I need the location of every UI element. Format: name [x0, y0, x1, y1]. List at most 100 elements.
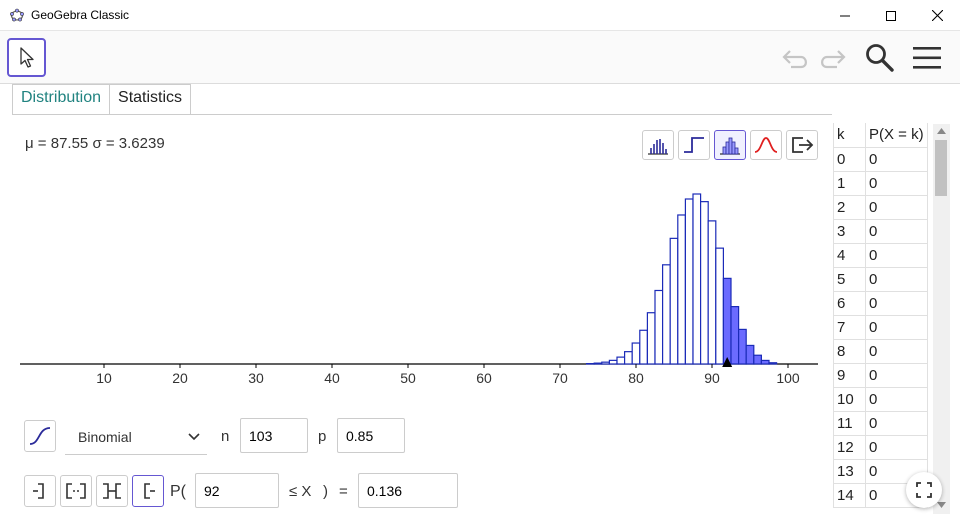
table-cell-k[interactable]: 2	[833, 194, 866, 220]
close-paren: )	[323, 483, 328, 500]
ticks-group: 10 20 30 40 50 60 70 80 90 100	[96, 364, 800, 386]
histogram-bar	[684, 198, 694, 365]
histogram-bar	[722, 277, 732, 365]
table-cell-p[interactable]: 0	[865, 314, 928, 340]
histogram-bar	[593, 362, 603, 365]
histogram-bar	[654, 289, 664, 365]
histogram-bar	[646, 312, 656, 365]
equals-sign: =	[339, 483, 348, 500]
table-cell-k[interactable]: 12	[833, 434, 866, 460]
scrollbar-thumb[interactable]	[935, 140, 947, 196]
x-tick-label: 80	[628, 370, 644, 386]
scroll-up-icon[interactable]	[937, 128, 946, 134]
distribution-select[interactable]: Binomial	[65, 420, 207, 455]
chevron-down-icon	[188, 433, 200, 441]
table-cell-p[interactable]: 0	[865, 218, 928, 244]
table-cell-k[interactable]: 4	[833, 242, 866, 268]
table-row: 60	[833, 290, 928, 316]
table-row: 20	[833, 194, 928, 220]
table-row: 80	[833, 338, 928, 364]
table-cell-k[interactable]: 6	[833, 290, 866, 316]
distribution-select-value: Binomial	[78, 429, 132, 445]
table-cell-p[interactable]: 0	[865, 242, 928, 268]
two-sided-button[interactable]	[60, 475, 92, 507]
left-sided-button[interactable]	[24, 475, 56, 507]
x-tick-label: 70	[552, 370, 568, 386]
histogram-bar	[677, 214, 686, 365]
table-scrollbar[interactable]	[933, 124, 950, 514]
table-cell-p[interactable]: 0	[865, 338, 928, 364]
interval-button[interactable]	[96, 475, 128, 507]
histogram-bar	[737, 328, 747, 365]
table-cell-k[interactable]: 14	[833, 482, 866, 508]
left-sided-icon	[33, 483, 44, 499]
fullscreen-button[interactable]	[906, 472, 942, 508]
probability-prefix: P(	[170, 483, 186, 500]
histogram-bar	[745, 344, 755, 365]
table-cell-p[interactable]: 0	[865, 410, 928, 436]
histogram-bar	[760, 359, 770, 365]
table-cell-k[interactable]: 8	[833, 338, 866, 364]
histogram-bar	[699, 201, 709, 365]
result-field[interactable]: 0.136	[358, 473, 458, 508]
n-label: n	[221, 428, 230, 445]
interval-icon	[103, 483, 121, 499]
cumulative-toggle-button[interactable]	[24, 420, 56, 452]
table-cell-p[interactable]: 0	[865, 146, 928, 172]
x-tick-label: 30	[248, 370, 264, 386]
table-cell-k[interactable]: 9	[833, 362, 866, 388]
two-sided-icon	[66, 483, 86, 499]
table-cell-p[interactable]: 0	[865, 194, 928, 220]
x-tick-label: 60	[476, 370, 492, 386]
histogram-bar	[639, 329, 648, 365]
relation-text: ≤ X	[289, 483, 312, 500]
histogram-bar	[608, 359, 618, 365]
x-tick-label: 40	[324, 370, 340, 386]
table-cell-k[interactable]: 5	[833, 266, 866, 292]
histogram-bar	[692, 193, 702, 365]
x-tick-label: 10	[96, 370, 112, 386]
histogram-bar	[601, 361, 610, 365]
table-cell-k[interactable]: 1	[833, 170, 866, 196]
table-header-k: k	[833, 123, 866, 148]
histogram-bar	[715, 247, 724, 365]
scroll-down-icon[interactable]	[937, 502, 946, 508]
histogram-bar	[768, 362, 778, 365]
table-cell-p[interactable]: 0	[865, 434, 928, 460]
table-cell-p[interactable]: 0	[865, 362, 928, 388]
p-field[interactable]: 0.85	[337, 418, 405, 453]
table-row: 10	[833, 170, 928, 196]
table-cell-p[interactable]: 0	[865, 386, 928, 412]
p-label: p	[318, 428, 327, 445]
fullscreen-icon	[916, 482, 932, 498]
table-cell-k[interactable]: 10	[833, 386, 866, 412]
table-cell-p[interactable]: 0	[865, 266, 928, 292]
table-cell-k[interactable]: 0	[833, 146, 866, 172]
table-row: 00	[833, 146, 928, 172]
histogram-bar	[661, 264, 671, 365]
histogram-bar	[616, 356, 626, 365]
histogram-bar	[623, 351, 633, 365]
table-cell-k[interactable]: 13	[833, 458, 866, 484]
bars-group	[585, 193, 778, 365]
x-tick-label: 20	[172, 370, 188, 386]
lower-bound-field[interactable]: 92	[195, 473, 279, 508]
table-row: 40	[833, 242, 928, 268]
table-header-p: P(X = k)	[865, 123, 928, 148]
n-field[interactable]: 103	[240, 418, 308, 453]
table-row: 90	[833, 362, 928, 388]
table-cell-k[interactable]: 7	[833, 314, 866, 340]
table-cell-p[interactable]: 0	[865, 290, 928, 316]
right-sided-button[interactable]	[132, 475, 164, 507]
x-tick-label: 50	[400, 370, 416, 386]
histogram-bar	[631, 342, 641, 365]
table-cell-k[interactable]: 3	[833, 218, 866, 244]
table-cell-k[interactable]: 11	[833, 410, 866, 436]
table-row: 50	[833, 266, 928, 292]
table-row: 30	[833, 218, 928, 244]
x-tick-label: 90	[704, 370, 720, 386]
table-cell-p[interactable]: 0	[865, 170, 928, 196]
table-row: 11 0	[833, 410, 928, 436]
histogram-bar	[707, 220, 717, 365]
right-sided-icon	[144, 483, 155, 499]
